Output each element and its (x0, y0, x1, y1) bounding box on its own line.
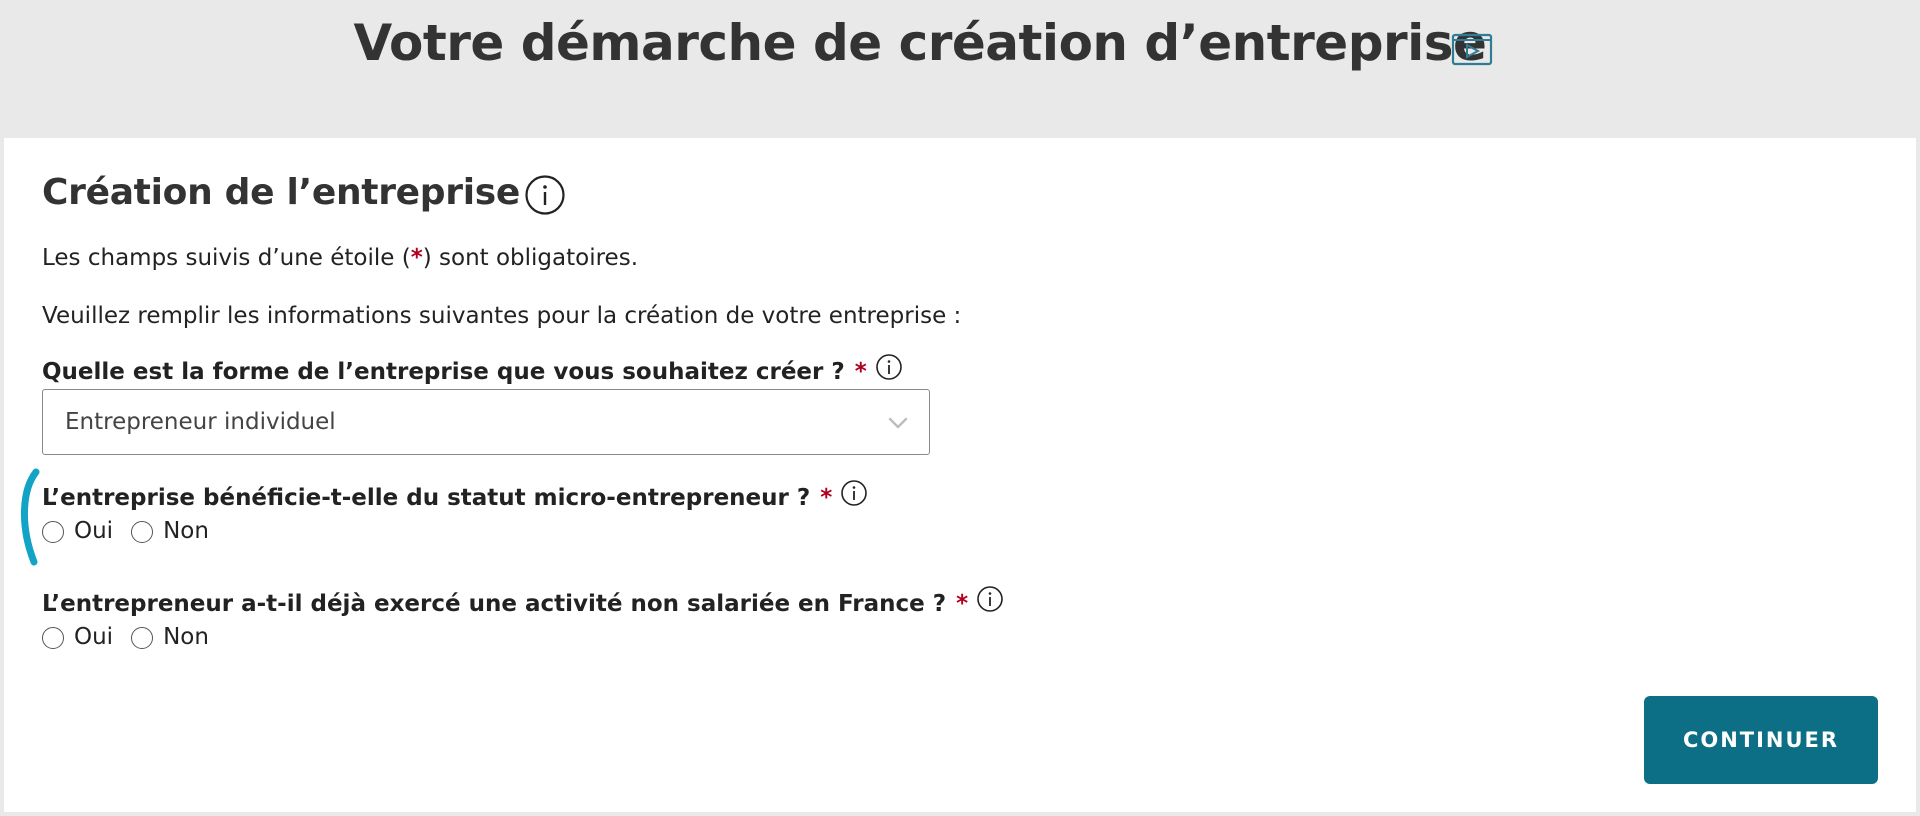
video-play-icon[interactable] (1450, 30, 1494, 68)
company-form-selected-value: Entrepreneur individuel (65, 409, 336, 435)
required-note-text-before: Les champs suivis d’une étoile ( (42, 245, 411, 271)
radio-circle[interactable] (131, 627, 154, 649)
micro-status-non-radio[interactable]: Non (131, 515, 209, 547)
company-form-select[interactable]: Entrepreneur individuel (42, 389, 930, 455)
micro-status-question: L’entreprise bénéficie-t-elle du statut … (42, 479, 868, 514)
prior-activity-non-radio[interactable]: Non (131, 621, 209, 653)
section-title: Création de l’entreprise (42, 172, 520, 213)
required-star: * (956, 591, 969, 617)
info-icon[interactable] (875, 353, 903, 381)
radio-label: Oui (74, 624, 114, 650)
page-title: Votre démarche de création d’entreprise (353, 14, 1487, 72)
radio-label: Non (163, 624, 209, 650)
intro-text: Veuillez remplir les informations suivan… (42, 303, 962, 329)
info-icon[interactable] (976, 585, 1004, 613)
required-note-text-after: ) sont obligatoires. (422, 245, 638, 271)
radio-circle[interactable] (131, 521, 154, 543)
company-form-question: Quelle est la forme de l’entreprise que … (42, 353, 903, 388)
micro-status-radio-group: Oui Non (42, 515, 227, 547)
radio-circle[interactable] (42, 627, 64, 649)
continue-button[interactable]: CONTINUER (1644, 696, 1878, 784)
micro-status-label: L’entreprise bénéficie-t-elle du statut … (42, 485, 811, 511)
prior-activity-radio-group: Oui Non (42, 621, 227, 653)
micro-status-oui-radio[interactable]: Oui (42, 515, 113, 547)
required-star: * (410, 245, 423, 271)
info-icon[interactable] (524, 174, 566, 216)
chevron-down-icon (888, 417, 908, 429)
radio-label: Non (163, 518, 209, 544)
form-card: Création de l’entreprise Les champs suiv… (4, 138, 1916, 812)
prior-activity-question: L’entrepreneur a-t-il déjà exercé une ac… (42, 585, 1004, 620)
prior-activity-oui-radio[interactable]: Oui (42, 621, 113, 653)
prior-activity-label: L’entrepreneur a-t-il déjà exercé une ac… (42, 591, 947, 617)
page-header: Votre démarche de création d’entreprise (0, 0, 1920, 138)
info-icon[interactable] (840, 479, 868, 507)
required-fields-note: Les champs suivis d’une étoile (*) sont … (42, 242, 638, 274)
required-star: * (820, 485, 833, 511)
radio-label: Oui (74, 518, 114, 544)
required-star: * (854, 359, 867, 385)
radio-circle[interactable] (42, 521, 64, 543)
company-form-label: Quelle est la forme de l’entreprise que … (42, 359, 845, 385)
